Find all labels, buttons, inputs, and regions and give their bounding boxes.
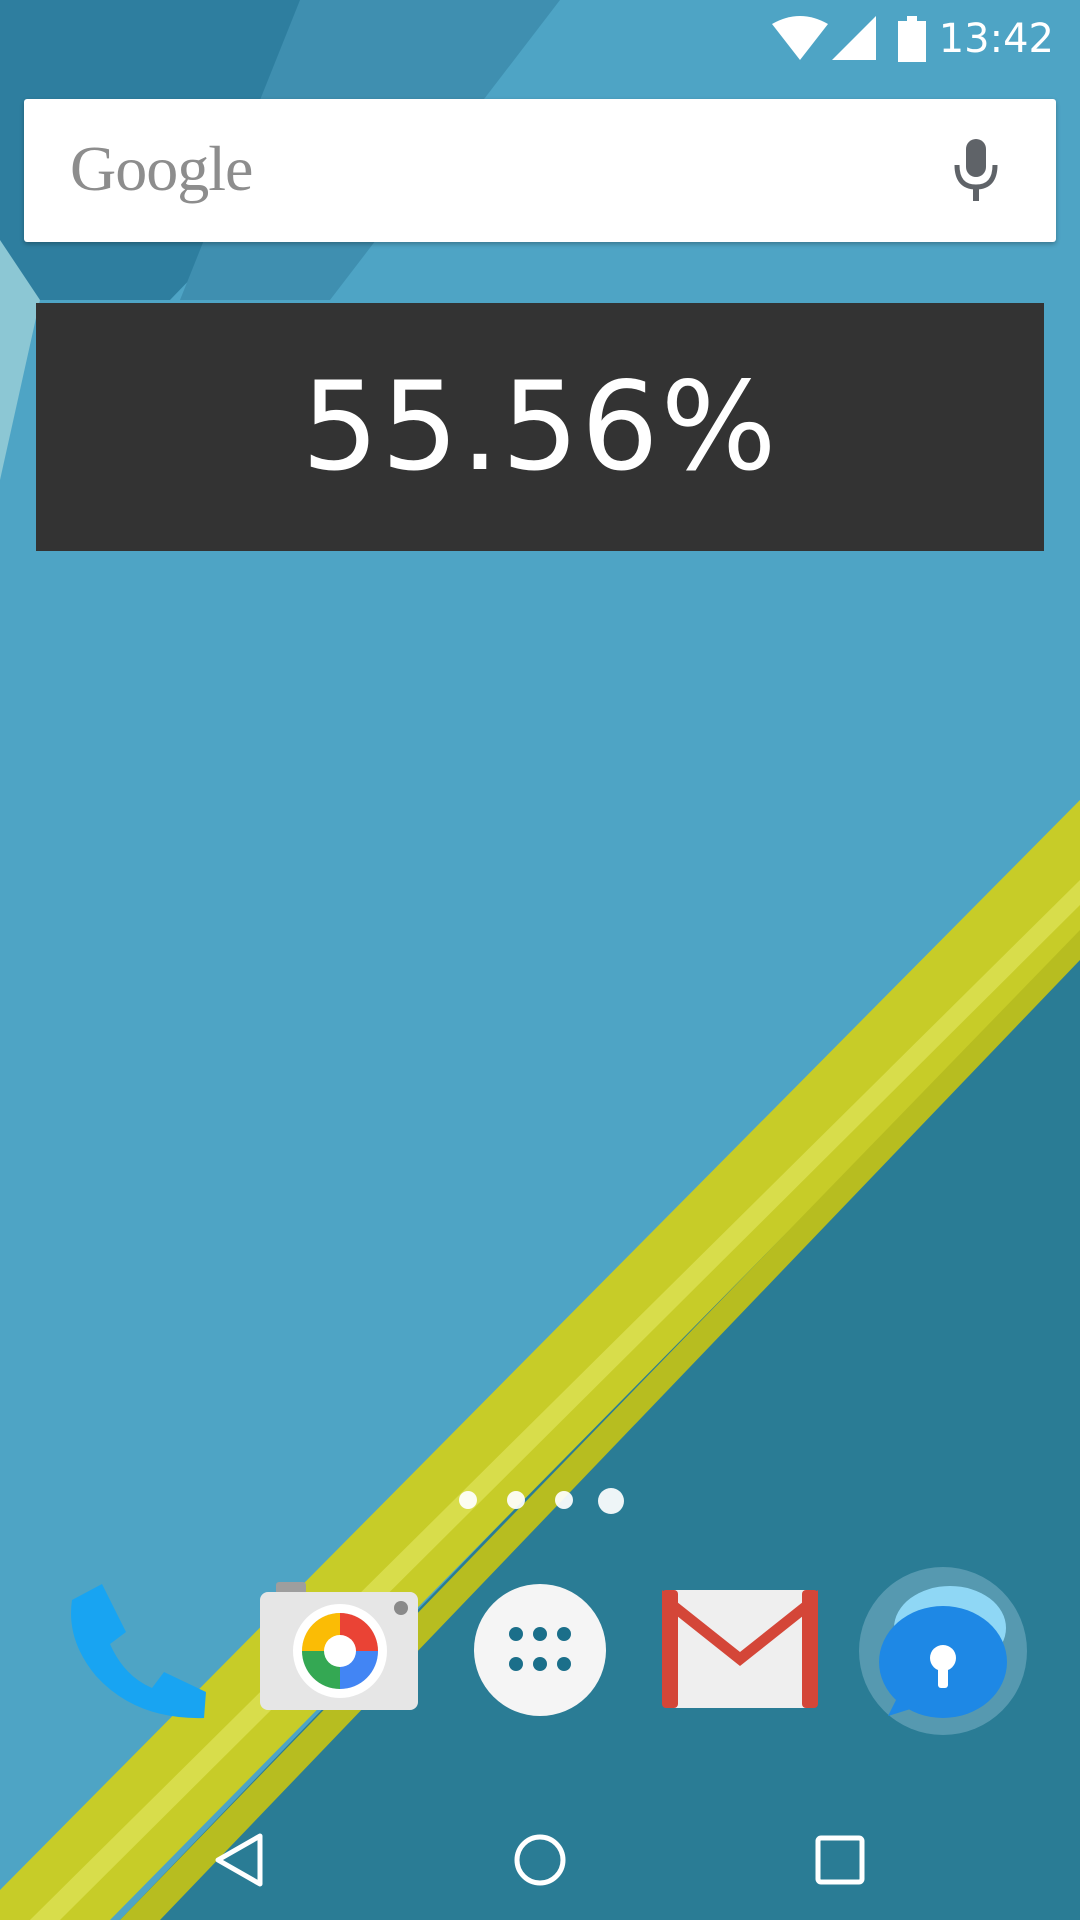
battery-percentage-widget[interactable]: 55.56% <box>36 303 1044 551</box>
home-icon[interactable] <box>510 1830 570 1890</box>
microphone-icon[interactable] <box>952 139 1000 201</box>
clock: 13:42 <box>938 16 1054 62</box>
cell-signal-icon <box>832 16 876 60</box>
back-icon[interactable] <box>210 1830 270 1890</box>
app-drawer-icon[interactable] <box>474 1584 606 1716</box>
page-indicator <box>0 1488 1080 1514</box>
battery-icon <box>898 16 926 62</box>
lock-chat-icon[interactable] <box>858 1566 1028 1736</box>
page-dot <box>555 1491 573 1509</box>
phone-icon[interactable] <box>66 1580 208 1722</box>
recents-icon[interactable] <box>810 1830 870 1890</box>
status-bar: 13:42 <box>0 0 1080 78</box>
google-search-bar[interactable]: Google <box>24 99 1056 242</box>
wifi-icon <box>772 16 828 60</box>
navigation-bar <box>0 1800 1080 1920</box>
camera-icon[interactable] <box>260 1582 418 1710</box>
page-dot <box>459 1491 477 1509</box>
page-dot-current <box>598 1488 624 1514</box>
gmail-icon[interactable] <box>662 1590 818 1708</box>
page-dot <box>507 1491 525 1509</box>
battery-percentage: 55.56% <box>301 356 779 498</box>
google-logo: Google <box>70 133 253 204</box>
